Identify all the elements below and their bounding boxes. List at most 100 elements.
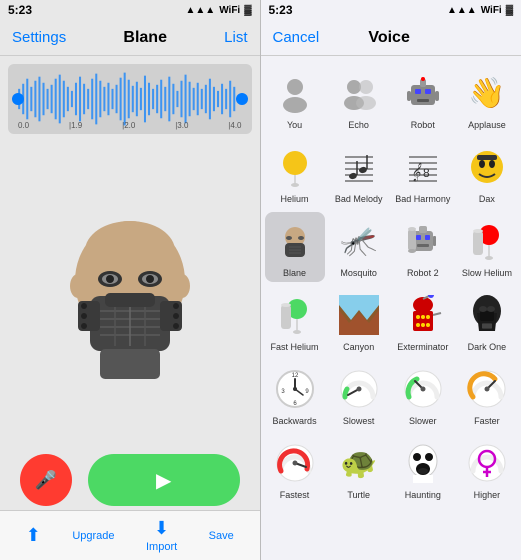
right-status-bar: 5:23 ▲▲▲ WiFi ▓ (261, 0, 521, 20)
play-button[interactable]: ▶ (88, 454, 240, 506)
voice-item-higher[interactable]: Higher (457, 434, 517, 504)
voice-item-robot[interactable]: Robot (393, 64, 453, 134)
voice-item-bad-melody[interactable]: Bad Melody (329, 138, 389, 208)
wifi-icon: WiFi (219, 5, 240, 16)
bad-melody-label: Bad Melody (335, 194, 383, 204)
cancel-button[interactable]: Cancel (273, 29, 320, 46)
right-wifi-icon: WiFi (481, 5, 502, 16)
voice-item-applause[interactable]: 👋 Applause (457, 64, 517, 134)
waveform-area[interactable]: 0.0 |1.9 |2.0 |3.0 |4.0 (8, 64, 252, 134)
bane-avatar (60, 211, 200, 381)
you-label: You (287, 120, 302, 130)
voice-grid: You Echo (261, 56, 521, 560)
slower-icon (398, 364, 448, 414)
import-icon: ⬇ (154, 518, 169, 539)
import-button[interactable]: ⬇ Import (146, 518, 177, 553)
voice-item-turtle[interactable]: 🐢 Turtle (329, 434, 389, 504)
dax-icon (462, 142, 512, 192)
higher-label: Higher (474, 490, 501, 500)
faster-label: Faster (474, 416, 500, 426)
waveform-handle-right[interactable] (236, 93, 248, 105)
slowest-icon (334, 364, 384, 414)
helium-icon (270, 142, 320, 192)
record-controls: 🎤 ▶ (0, 450, 260, 510)
turtle-label: Turtle (347, 490, 370, 500)
left-time: 5:23 (8, 3, 32, 17)
save-button[interactable]: Save (209, 530, 234, 542)
record-button[interactable]: 🎤 (20, 454, 72, 506)
voice-item-dark-one[interactable]: Dark One (457, 286, 517, 356)
time-label-2: |2.0 (122, 121, 135, 130)
voice-item-slow-helium[interactable]: Slow Helium (457, 212, 517, 282)
backwards-icon: 12 9 6 3 (270, 364, 320, 414)
voice-item-dax[interactable]: Dax (457, 138, 517, 208)
mic-icon: 🎤 (35, 470, 57, 491)
battery-icon: ▓ (244, 5, 251, 16)
upgrade-button[interactable]: Upgrade (72, 530, 114, 542)
voice-item-helium[interactable]: Helium (265, 138, 325, 208)
applause-label: Applause (468, 120, 506, 130)
bad-melody-icon (334, 142, 384, 192)
voice-item-bad-harmony[interactable]: 𝄞 8 Bad Harmony (393, 138, 453, 208)
mosquito-label: Mosquito (340, 268, 377, 278)
voice-item-haunting[interactable]: Haunting (393, 434, 453, 504)
voice-item-backwards[interactable]: 12 9 6 3 Backwards (265, 360, 325, 430)
voice-item-exterminator[interactable]: Exterminator (393, 286, 453, 356)
voice-item-slowest[interactable]: Slowest (329, 360, 389, 430)
robot2-label: Robot 2 (407, 268, 439, 278)
voice-item-blane[interactable]: Blane (265, 212, 325, 282)
time-label-3: |3.0 (175, 121, 188, 130)
voice-item-echo[interactable]: Echo (329, 64, 389, 134)
import-label: Import (146, 541, 177, 553)
settings-button[interactable]: Settings (12, 29, 66, 46)
faster-icon (462, 364, 512, 414)
fast-helium-icon (270, 290, 320, 340)
right-status-icons: ▲▲▲ WiFi ▓ (447, 5, 513, 16)
avatar-area (0, 142, 260, 450)
bottom-toolbar: ⬆ Upgrade ⬇ Import Save (0, 510, 260, 560)
voice-item-fastest[interactable]: Fastest (265, 434, 325, 504)
voice-item-faster[interactable]: Faster (457, 360, 517, 430)
voice-item-you[interactable]: You (265, 64, 325, 134)
robot-label: Robot (411, 120, 435, 130)
time-label-4: |4.0 (228, 121, 241, 130)
slowest-label: Slowest (343, 416, 375, 426)
right-battery-icon: ▓ (506, 5, 513, 16)
haunting-label: Haunting (405, 490, 441, 500)
dax-label: Dax (479, 194, 495, 204)
waveform-handle-left[interactable] (12, 93, 24, 105)
share-icon: ⬆ (26, 525, 41, 546)
you-icon (270, 68, 320, 118)
time-labels: 0.0 |1.9 |2.0 |3.0 |4.0 (18, 121, 242, 130)
haunting-icon (398, 438, 448, 488)
fastest-icon (270, 438, 320, 488)
save-label: Save (209, 530, 234, 542)
mosquito-icon: 🦟 (334, 216, 384, 266)
robot-icon (398, 68, 448, 118)
time-label-0: 0.0 (18, 121, 29, 130)
left-status-icons: ▲▲▲ WiFi ▓ (185, 5, 251, 16)
voice-item-fast-helium[interactable]: Fast Helium (265, 286, 325, 356)
voice-item-mosquito[interactable]: 🦟 Mosquito (329, 212, 389, 282)
bad-harmony-icon: 𝄞 8 (398, 142, 448, 192)
fastest-label: Fastest (280, 490, 310, 500)
slow-helium-label: Slow Helium (462, 268, 512, 278)
higher-icon (462, 438, 512, 488)
blane-icon (270, 216, 320, 266)
echo-icon (334, 68, 384, 118)
voice-item-slower[interactable]: Slower (393, 360, 453, 430)
canyon-icon (334, 290, 384, 340)
svg-text:𝄞: 𝄞 (411, 162, 422, 182)
right-top-nav: Cancel Voice (261, 20, 521, 56)
bad-harmony-label: Bad Harmony (395, 194, 450, 204)
voice-item-robot2[interactable]: Robot 2 (393, 212, 453, 282)
applause-icon: 👋 (462, 68, 512, 118)
turtle-icon: 🐢 (334, 438, 384, 488)
slow-helium-icon (462, 216, 512, 266)
share-button[interactable]: ⬆ (26, 525, 41, 546)
blane-label: Blane (283, 268, 306, 278)
list-button[interactable]: List (224, 29, 247, 46)
left-status-bar: 5:23 ▲▲▲ WiFi ▓ (0, 0, 260, 20)
voice-item-canyon[interactable]: Canyon (329, 286, 389, 356)
left-top-nav: Settings Blane List (0, 20, 260, 56)
